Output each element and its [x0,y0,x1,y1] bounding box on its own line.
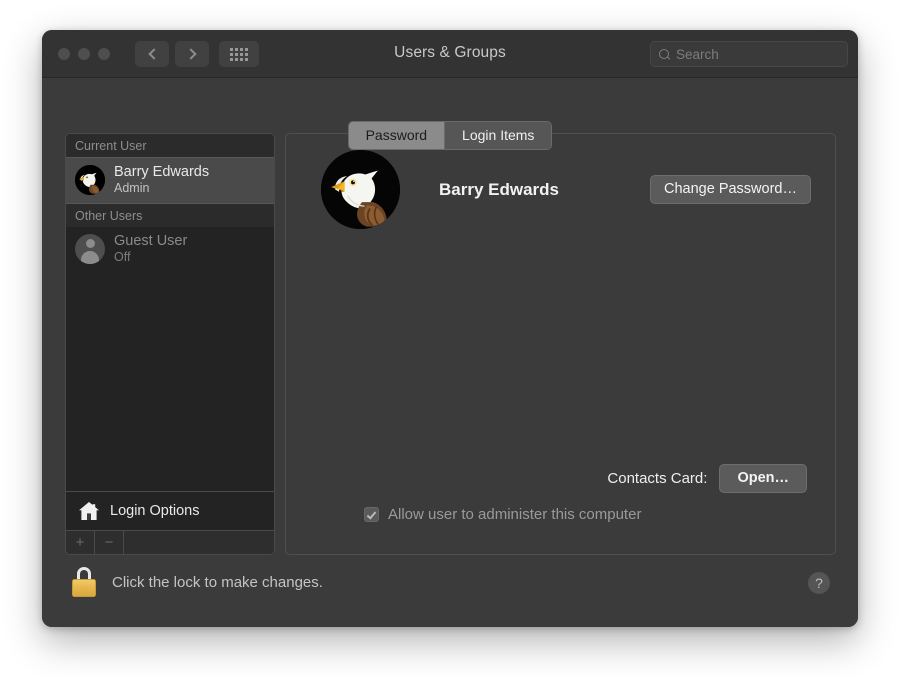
checkmark-icon [366,508,376,520]
allow-admin-checkbox[interactable] [364,507,379,522]
search-placeholder: Search [676,46,719,62]
tab-password[interactable]: Password [348,122,445,149]
tab-login-items[interactable]: Login Items [444,122,552,149]
lock-message: Click the lock to make changes. [112,573,323,591]
allow-admin-label: Allow user to administer this computer [388,506,642,523]
search-icon [659,48,670,60]
add-remove-filler [124,531,274,554]
sidebar-item-barry-edwards[interactable]: Barry Edwards Admin [66,157,274,204]
window-titlebar: Users & Groups Search [42,30,858,78]
plus-icon: + [75,534,85,551]
sidebar-item-login-options[interactable]: Login Options [66,491,274,530]
sidebar-user-name: Guest User [114,232,188,249]
minus-icon: − [104,534,114,551]
tab-bar: Password Login Items [42,121,858,150]
password-panel: Barry Edwards Change Password… Contacts … [285,133,836,555]
change-password-button[interactable]: Change Password… [650,175,811,204]
house-icon [78,501,100,521]
sidebar-user-text: Barry Edwards Admin [114,164,209,196]
sidebar-empty-space [66,272,274,491]
contacts-card-label: Contacts Card: [607,470,708,487]
system-preferences-window: Users & Groups Search Password Login Ite… [42,30,858,627]
sidebar-item-guest-user[interactable]: Guest User Off [66,227,274,272]
contacts-card-row: Contacts Card: Open… [321,464,807,493]
sidebar-user-role: Off [114,249,131,264]
add-remove-user-bar: + − [66,530,274,554]
remove-user-button[interactable]: − [95,531,124,554]
search-field[interactable]: Search [650,41,848,67]
sidebar-group-header-other-users: Other Users [66,203,274,227]
profile-row: Barry Edwards Change Password… [321,150,811,229]
eagle-avatar-large-icon[interactable] [321,150,400,229]
eagle-avatar-icon [75,164,105,195]
lock-area[interactable]: Click the lock to make changes. [71,567,323,597]
sidebar-user-name: Barry Edwards [114,164,210,180]
add-user-button[interactable]: + [66,531,95,554]
lock-closed-icon[interactable] [71,567,97,597]
login-options-label: Login Options [110,503,200,519]
admin-checkbox-row[interactable]: Allow user to administer this computer [364,506,641,523]
window-footer: Click the lock to make changes. ? [42,555,858,627]
person-silhouette-icon [75,233,105,264]
sidebar-user-text: Guest User Off [114,233,187,265]
window-body: Password Login Items Current User Barry … [42,78,858,627]
sidebar-user-role: Admin [114,181,150,196]
users-sidebar: Current User Barry Edwards Admin Other U… [65,133,275,555]
profile-user-name: Barry Edwards [439,179,559,199]
open-contacts-card-button[interactable]: Open… [719,464,807,493]
help-button[interactable]: ? [808,572,830,594]
